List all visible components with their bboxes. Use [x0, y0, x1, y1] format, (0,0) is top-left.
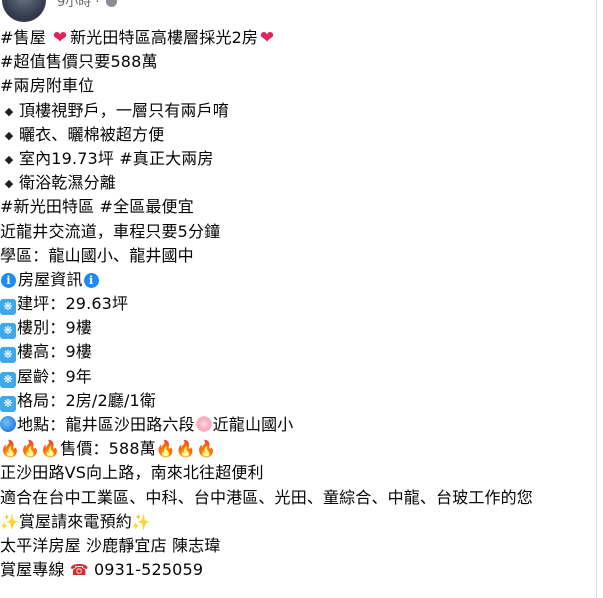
globe-icon: [0, 416, 16, 432]
post-line: #售屋 ❤ 新光田特區高樓層採光2房 ❤: [0, 26, 594, 50]
snowflake-icon: ❋: [0, 347, 16, 364]
post-text: 頂樓視野戶，一層只有兩戶唷: [19, 100, 229, 120]
time-text: 9小時: [57, 0, 92, 10]
post-text: 適合在台中工業區、中科、台中港區、光田、童綜合、中龍、台玻工作的您: [0, 487, 533, 507]
snowflake-icon: ❋: [0, 395, 16, 412]
flower-icon: [195, 416, 212, 432]
post-text: 賞屋專線: [0, 560, 70, 580]
post-text: 售價：588萬: [60, 439, 156, 459]
phone-icon: ☎: [69, 561, 89, 580]
post-timestamp[interactable]: 9小時 ·: [57, 0, 117, 12]
post-line: ✨賞屋請來電預約✨: [0, 510, 594, 534]
post-line: 地點：龍井區沙田路六段 近龍山國小: [0, 413, 594, 437]
fire-icon: 🔥: [0, 439, 21, 459]
post-text: 地點：龍井區沙田路六段: [17, 415, 195, 434]
divider: [596, 0, 597, 598]
post-text: 衛浴乾濕分離: [19, 173, 116, 193]
fire-icon: 🔥: [175, 439, 196, 459]
phone-number[interactable]: 0931-525059: [94, 560, 203, 579]
post-line: ◆ 室內19.73坪 #真正大兩房: [0, 147, 594, 171]
hashtag[interactable]: #兩房附車位: [0, 74, 594, 98]
post-line: ◆ 頂樓視野戶，一層只有兩戶唷: [0, 99, 594, 123]
sparkle-icon: ✨: [0, 512, 19, 531]
post-line: i 房屋資訊 i: [0, 268, 594, 292]
diamond-icon: ◆: [4, 128, 14, 142]
diamond-icon: ◆: [4, 152, 14, 166]
diamond-icon: ◆: [4, 177, 14, 191]
post-text: 太平洋房屋 沙鹿靜宜店 陳志瑋: [0, 535, 221, 555]
post-line: ❋ 屋齡：9年: [0, 365, 594, 389]
post-text: 學區：龍山國小、龍井國中: [0, 245, 194, 265]
post-text: 曬衣、曬棉被超方便: [19, 124, 165, 144]
hashtag[interactable]: #新光田特區 #全區最便宜: [0, 195, 594, 219]
snowflake-icon: ❋: [0, 299, 16, 316]
heart-icon: ❤: [259, 28, 275, 48]
hashtag[interactable]: #售屋: [0, 28, 51, 47]
post-text: 賞屋請來電預約: [18, 511, 132, 531]
post-line: ◆ 衛浴乾濕分離: [0, 171, 594, 195]
info-icon: i: [1, 272, 16, 288]
snowflake-icon: ❋: [0, 371, 16, 388]
post-header: 9小時 ·: [0, 0, 603, 22]
fire-icon: 🔥: [195, 439, 217, 459]
post-body: #售屋 ❤ 新光田特區高樓層採光2房 ❤ #超值售價只要588萬 #兩房附車位 ◆ 頂…: [0, 26, 594, 582]
diamond-icon: ◆: [4, 104, 14, 118]
heart-icon: ❤: [52, 28, 68, 48]
hashtag[interactable]: #超值售價只要588萬: [0, 50, 594, 74]
post-line: 賞屋專線 ☎ 0931-525059: [0, 558, 594, 582]
post-line: ❋ 格局：2房/2廳/1衛: [0, 389, 594, 413]
post-text: 新光田特區高樓層採光2房: [70, 28, 259, 47]
post-line: ❋ 樓別：9樓: [0, 316, 594, 340]
post-line: ◆ 曬衣、曬棉被超方便: [0, 123, 594, 147]
post-text: 近龍井交流道，車程只要5分鐘: [0, 221, 221, 241]
post-text: 屋齡：9年: [17, 366, 92, 386]
fire-icon: 🔥: [40, 439, 61, 459]
avatar[interactable]: [2, 0, 46, 22]
globe-icon: [105, 0, 117, 7]
post-line: 🔥🔥🔥售價：588萬🔥🔥🔥: [0, 437, 594, 461]
post-text: 建坪：29.63坪: [17, 294, 129, 314]
info-icon: i: [83, 272, 99, 288]
post-text: 正沙田路VS向上路，南來北往超便利: [0, 463, 264, 483]
post-text: 近龍山國小: [212, 415, 294, 434]
post-line: ❋ 樓高：9樓: [0, 340, 594, 364]
post-text: 樓別：9樓: [17, 318, 92, 338]
post-text: 室內19.73坪 #真正大兩房: [19, 148, 214, 168]
snowflake-icon: ❋: [0, 323, 16, 340]
post-text: 格局：2房/2廳/1衛: [17, 390, 156, 410]
fire-icon: 🔥: [20, 439, 41, 459]
post-text: 房屋資訊: [18, 269, 83, 289]
post-text: 樓高：9樓: [17, 342, 92, 362]
post-line: ❋ 建坪：29.63坪: [0, 292, 594, 316]
sparkle-icon: ✨: [131, 512, 151, 531]
fire-icon: 🔥: [155, 439, 176, 459]
